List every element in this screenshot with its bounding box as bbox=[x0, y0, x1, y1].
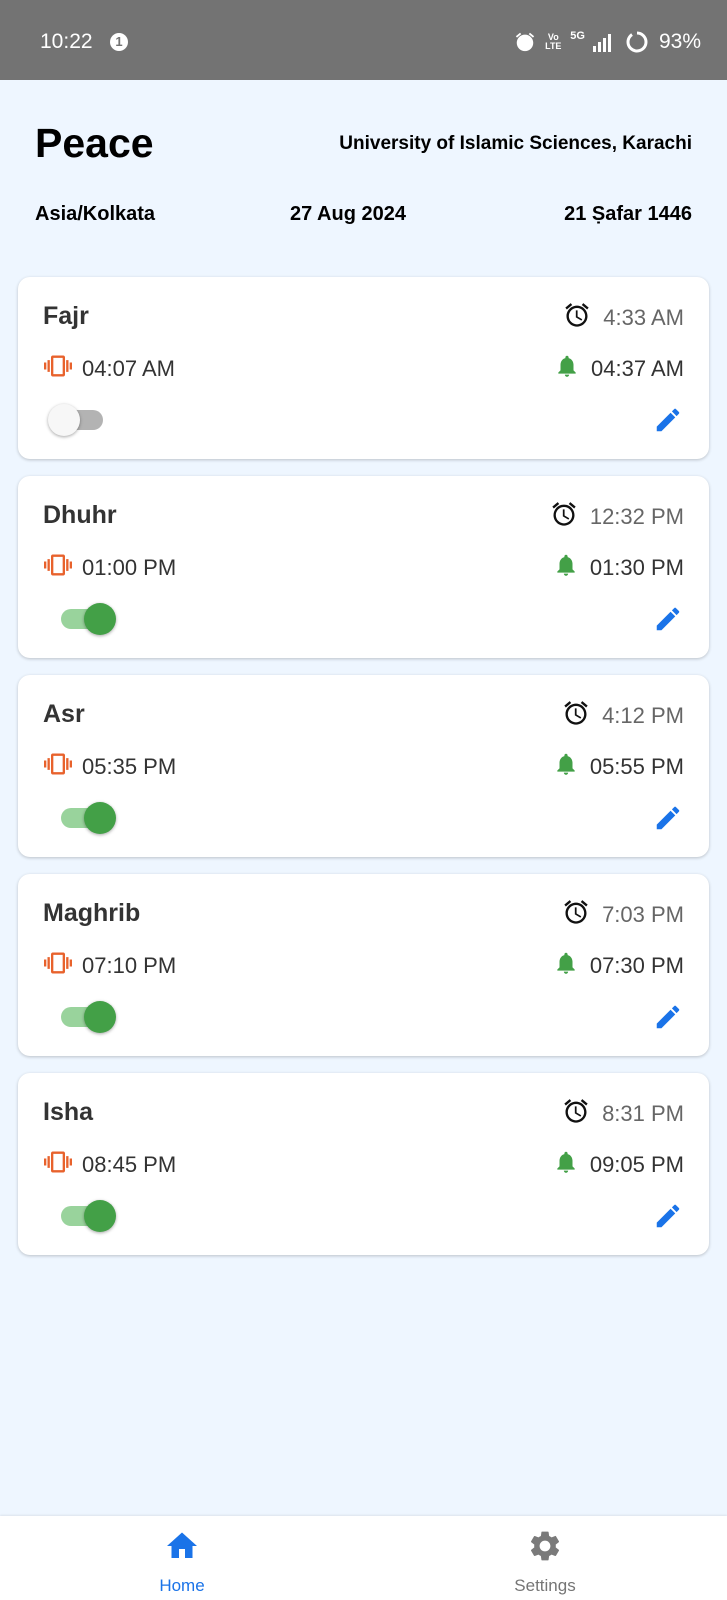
gregorian-date: 27 Aug 2024 bbox=[290, 203, 406, 225]
bottom-navigation: Home Settings bbox=[0, 1516, 727, 1600]
notify-time: 04:37 AM bbox=[591, 355, 684, 381]
bell-icon bbox=[553, 750, 579, 783]
vibrate-icon bbox=[42, 551, 74, 584]
network-type-label: 5G bbox=[570, 30, 585, 42]
prayer-card-dhuhr[interactable]: Dhuhr 12:32 PM 01:00 PM 01:30 PM bbox=[18, 476, 709, 658]
vibrate-time-group: 05:35 PM bbox=[42, 750, 176, 783]
notify-time: 01:30 PM bbox=[589, 554, 684, 580]
battery-percent: 93% bbox=[658, 30, 701, 53]
vibrate-icon bbox=[42, 1148, 74, 1181]
status-icons: Vo LTE 5G 93% bbox=[514, 28, 701, 56]
alarm-clock-icon bbox=[562, 1097, 590, 1130]
notify-time: 09:05 PM bbox=[589, 1151, 684, 1177]
alarm-clock-icon bbox=[562, 898, 590, 931]
notify-time-group: 05:55 PM bbox=[553, 750, 684, 783]
prayer-card-fajr[interactable]: Fajr 4:33 AM 04:07 AM 04:37 AM bbox=[18, 277, 709, 459]
adhan-time-group: 8:31 PM bbox=[562, 1097, 684, 1130]
alarm-clock-icon bbox=[550, 500, 578, 533]
alarm-clock-icon bbox=[562, 699, 590, 732]
header: Peace University of Islamic Sciences, Ka… bbox=[0, 80, 727, 270]
prayer-enable-toggle[interactable] bbox=[48, 798, 118, 838]
bell-icon bbox=[553, 949, 579, 982]
adhan-time-group: 4:12 PM bbox=[562, 699, 684, 732]
nav-home-label: Home bbox=[159, 1576, 205, 1595]
toggle-thumb bbox=[84, 1200, 116, 1232]
notify-time-group: 07:30 PM bbox=[553, 949, 684, 982]
pencil-icon bbox=[653, 607, 683, 638]
vibrate-icon bbox=[42, 949, 74, 982]
prayer-card-maghrib[interactable]: Maghrib 7:03 PM 07:10 PM 07:30 PM bbox=[18, 874, 709, 1056]
vibrate-time-group: 04:07 AM bbox=[42, 352, 175, 385]
bell-icon bbox=[553, 551, 579, 584]
prayer-name: Fajr bbox=[43, 302, 89, 330]
calculation-method[interactable]: University of Islamic Sciences, Karachi bbox=[339, 133, 692, 155]
notify-time-group: 04:37 AM bbox=[554, 352, 684, 385]
edit-button[interactable] bbox=[653, 604, 683, 634]
adhan-time: 8:31 PM bbox=[602, 1100, 684, 1126]
adhan-time: 4:33 AM bbox=[603, 304, 684, 330]
alarm-status-icon bbox=[514, 31, 536, 53]
edit-button[interactable] bbox=[653, 405, 683, 435]
nav-home[interactable]: Home bbox=[112, 1516, 252, 1600]
vibrate-time: 05:35 PM bbox=[82, 753, 177, 779]
prayer-enable-toggle[interactable] bbox=[48, 1196, 118, 1236]
status-bar: 10:22 1 Vo LTE 5G 93% bbox=[0, 0, 727, 80]
notify-time: 05:55 PM bbox=[589, 753, 684, 779]
vibrate-time: 08:45 PM bbox=[82, 1151, 177, 1177]
adhan-time: 12:32 PM bbox=[589, 503, 684, 529]
volte-icon: Vo LTE bbox=[544, 33, 562, 51]
vibrate-time: 04:07 AM bbox=[82, 355, 175, 381]
alarm-clock-icon bbox=[563, 301, 591, 334]
toggle-thumb bbox=[84, 603, 116, 635]
vibrate-icon bbox=[42, 352, 74, 385]
prayer-card-isha[interactable]: Isha 8:31 PM 08:45 PM 09:05 PM bbox=[18, 1073, 709, 1255]
timezone-label: Asia/Kolkata bbox=[35, 203, 156, 225]
notify-time-group: 09:05 PM bbox=[553, 1148, 684, 1181]
pencil-icon bbox=[653, 1204, 683, 1235]
bell-icon bbox=[553, 1148, 579, 1181]
battery-ring-icon bbox=[625, 30, 649, 54]
bell-icon bbox=[554, 352, 580, 385]
adhan-time-group: 4:33 AM bbox=[563, 301, 684, 334]
prayer-card-asr[interactable]: Asr 4:12 PM 05:35 PM 05:55 PM bbox=[18, 675, 709, 857]
hijri-date: 21 Ṣafar 1446 bbox=[564, 203, 692, 225]
prayer-name: Dhuhr bbox=[43, 501, 117, 529]
edit-button[interactable] bbox=[653, 803, 683, 833]
adhan-time-group: 7:03 PM bbox=[562, 898, 684, 931]
prayer-enable-toggle[interactable] bbox=[48, 599, 118, 639]
prayer-name: Isha bbox=[43, 1098, 94, 1126]
adhan-time-group: 12:32 PM bbox=[550, 500, 684, 533]
prayer-enable-toggle[interactable] bbox=[48, 400, 118, 440]
nav-settings-label: Settings bbox=[514, 1576, 576, 1595]
adhan-time: 4:12 PM bbox=[602, 702, 684, 728]
signal-icon bbox=[592, 32, 611, 52]
vibrate-icon bbox=[42, 750, 74, 783]
vibrate-time-group: 01:00 PM bbox=[42, 551, 176, 584]
prayer-name: Maghrib bbox=[43, 899, 141, 927]
prayer-enable-toggle[interactable] bbox=[48, 997, 118, 1037]
vibrate-time-group: 08:45 PM bbox=[42, 1148, 176, 1181]
status-time: 10:22 bbox=[40, 30, 93, 53]
volte-label: Vo LTE bbox=[545, 32, 562, 51]
vibrate-time: 07:10 PM bbox=[82, 952, 177, 978]
nav-settings[interactable]: Settings bbox=[475, 1516, 615, 1600]
edit-button[interactable] bbox=[653, 1002, 683, 1032]
pencil-icon bbox=[653, 806, 683, 837]
vibrate-time: 01:00 PM bbox=[82, 554, 177, 580]
app-title: Peace bbox=[35, 120, 154, 166]
toggle-thumb bbox=[48, 404, 80, 436]
toggle-thumb bbox=[84, 1001, 116, 1033]
prayer-name: Asr bbox=[43, 700, 85, 728]
notify-time: 07:30 PM bbox=[589, 952, 684, 978]
notify-time-group: 01:30 PM bbox=[553, 551, 684, 584]
notification-count-badge: 1 bbox=[110, 33, 128, 51]
adhan-time: 7:03 PM bbox=[602, 901, 684, 927]
pencil-icon bbox=[653, 1005, 683, 1036]
vibrate-time-group: 07:10 PM bbox=[42, 949, 176, 982]
edit-button[interactable] bbox=[653, 1201, 683, 1231]
toggle-thumb bbox=[84, 802, 116, 834]
pencil-icon bbox=[653, 408, 683, 439]
